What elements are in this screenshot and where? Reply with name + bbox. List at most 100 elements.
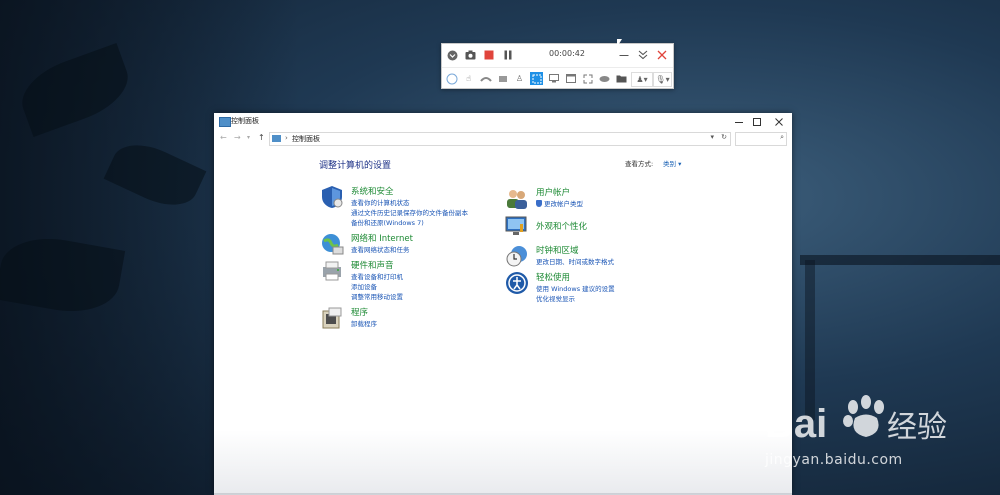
mouse-cursor bbox=[617, 39, 622, 47]
highlighter-icon bbox=[479, 76, 492, 82]
monitor-personalize-icon[interactable] bbox=[505, 214, 529, 238]
svg-text:经验: 经验 bbox=[887, 410, 947, 445]
fullscreen-tool[interactable] bbox=[581, 72, 594, 85]
programs-icon[interactable] bbox=[320, 306, 344, 330]
close-button[interactable] bbox=[770, 115, 788, 128]
breadcrumb-chevron-icon: › bbox=[285, 134, 288, 142]
view-by-label: 查看方式: bbox=[625, 160, 654, 168]
double-chevron-down-icon bbox=[638, 50, 648, 60]
category-title[interactable]: 硬件和声音 bbox=[351, 259, 394, 271]
speaker-icon: ♟▾ bbox=[636, 75, 648, 84]
audio-source-dropdown[interactable]: ♟▾ bbox=[631, 72, 653, 87]
svg-text:Bai: Bai bbox=[765, 402, 827, 446]
link[interactable]: 查看你的计算机状态 bbox=[351, 197, 410, 207]
recording-timer: 00:00:42 bbox=[549, 49, 585, 58]
category-title[interactable]: 程序 bbox=[351, 306, 368, 318]
page-title: 调整计算机的设置 bbox=[319, 161, 392, 171]
address-bar[interactable]: › 控制面板 ▾ ↻ bbox=[269, 132, 731, 146]
address-dropdown-icon[interactable]: ▾ bbox=[710, 133, 714, 141]
ease-of-access-icon[interactable] bbox=[505, 271, 529, 295]
eraser-icon bbox=[498, 75, 507, 82]
hand-icon: ☝ bbox=[466, 74, 471, 83]
category-title[interactable]: 轻松使用 bbox=[536, 271, 570, 283]
person-icon: ♙ bbox=[515, 74, 524, 83]
minimize-recorder-button[interactable] bbox=[618, 49, 630, 61]
search-input[interactable]: ⌕ bbox=[735, 132, 787, 146]
webcam-icon bbox=[599, 75, 610, 82]
minimize-button[interactable] bbox=[730, 115, 748, 128]
users-icon[interactable] bbox=[505, 186, 529, 210]
window-tool[interactable] bbox=[564, 72, 577, 85]
link[interactable]: 优化视觉显示 bbox=[536, 293, 575, 303]
control-panel-icon bbox=[272, 135, 281, 142]
window-title: 控制面板 bbox=[231, 117, 259, 125]
background-rail bbox=[800, 255, 1000, 265]
globe-network-icon[interactable] bbox=[320, 232, 344, 256]
link[interactable]: 备份和还原(Windows 7) bbox=[351, 217, 424, 227]
close-recorder-button[interactable] bbox=[656, 49, 668, 61]
camera-icon bbox=[465, 50, 475, 60]
baidu-watermark: Bai 经验 jingyan.baidu.com bbox=[765, 385, 955, 480]
highlighter-tool[interactable] bbox=[479, 72, 492, 85]
link[interactable]: 更改日期、时间或数字格式 bbox=[536, 256, 614, 266]
link-label: 更改帐户类型 bbox=[544, 200, 583, 208]
stop-icon bbox=[484, 50, 494, 60]
eraser-tool[interactable] bbox=[496, 72, 509, 85]
recorder-controls: 00:00:42 bbox=[442, 44, 673, 66]
annotate-tool[interactable] bbox=[445, 72, 458, 85]
microphone-icon: 🎙▾ bbox=[655, 75, 670, 84]
dropdown-circle-icon bbox=[447, 50, 457, 60]
region-select-tool[interactable] bbox=[530, 72, 543, 85]
link[interactable]: 卸载程序 bbox=[351, 318, 377, 328]
webcam-tool[interactable] bbox=[598, 72, 611, 85]
category-title[interactable]: 网络和 Internet bbox=[351, 232, 413, 244]
printer-icon[interactable] bbox=[320, 259, 344, 283]
pause-button[interactable] bbox=[502, 49, 514, 61]
refresh-icon[interactable]: ↻ bbox=[721, 133, 727, 141]
link[interactable]: 使用 Windows 建议的设置 bbox=[536, 283, 615, 293]
window-icon bbox=[565, 74, 576, 83]
minimize-icon bbox=[735, 121, 743, 123]
link[interactable]: 更改帐户类型 bbox=[536, 198, 583, 208]
stop-button[interactable] bbox=[483, 49, 495, 61]
fullscreen-icon bbox=[583, 74, 592, 83]
pause-icon bbox=[504, 50, 512, 60]
forward-arrow-icon[interactable]: → bbox=[234, 133, 241, 142]
person-tool[interactable]: ♙ bbox=[513, 72, 526, 85]
link[interactable]: 通过文件历史记录保存你的文件备份副本 bbox=[351, 207, 468, 217]
folder-tool[interactable] bbox=[615, 72, 628, 85]
monitor-tool[interactable] bbox=[547, 72, 560, 85]
bottom-fade bbox=[214, 430, 792, 495]
category-title[interactable]: 系统和安全 bbox=[351, 185, 394, 197]
close-icon bbox=[775, 117, 783, 126]
link[interactable]: 添加设备 bbox=[351, 281, 377, 291]
category-title[interactable]: 用户帐户 bbox=[536, 186, 570, 198]
minimize-icon bbox=[619, 55, 629, 56]
screenshot-button[interactable] bbox=[464, 49, 476, 61]
watermark-url: jingyan.baidu.com bbox=[765, 452, 903, 468]
search-icon: ⌕ bbox=[780, 133, 784, 141]
title-bar: 控制面板 bbox=[214, 113, 792, 130]
view-by-dropdown[interactable]: 类别 ▾ bbox=[663, 158, 681, 168]
up-arrow-icon[interactable]: ↑ bbox=[258, 133, 265, 142]
pointer-tool[interactable]: ☝ bbox=[462, 72, 475, 85]
control-panel-icon bbox=[219, 117, 231, 127]
recorder-tools: ☝ ♙ ♟▾ 🎙▾ bbox=[442, 67, 673, 89]
shield-icon[interactable] bbox=[320, 185, 344, 209]
monitor-icon bbox=[548, 74, 559, 83]
category-title[interactable]: 时钟和区域 bbox=[536, 244, 579, 256]
folder-icon bbox=[616, 75, 627, 83]
microphone-dropdown[interactable]: 🎙▾ bbox=[653, 72, 672, 87]
screen-recorder-toolbar: 00:00:42 ☝ ♙ ♟▾ 🎙▾ bbox=[441, 43, 674, 89]
link[interactable]: 查看网络状态和任务 bbox=[351, 244, 410, 254]
back-arrow-icon[interactable]: ← bbox=[220, 133, 227, 142]
recorder-menu-button[interactable] bbox=[446, 49, 458, 61]
maximize-button[interactable] bbox=[748, 115, 766, 128]
link[interactable]: 调整常用移动设置 bbox=[351, 291, 403, 301]
category-title[interactable]: 外观和个性化 bbox=[536, 220, 587, 232]
collapse-recorder-button[interactable] bbox=[637, 49, 649, 61]
breadcrumb[interactable]: 控制面板 bbox=[292, 134, 320, 144]
link[interactable]: 查看设备和打印机 bbox=[351, 271, 403, 281]
recent-dropdown-icon[interactable]: ▾ bbox=[247, 134, 250, 141]
clock-globe-icon[interactable] bbox=[505, 244, 529, 268]
